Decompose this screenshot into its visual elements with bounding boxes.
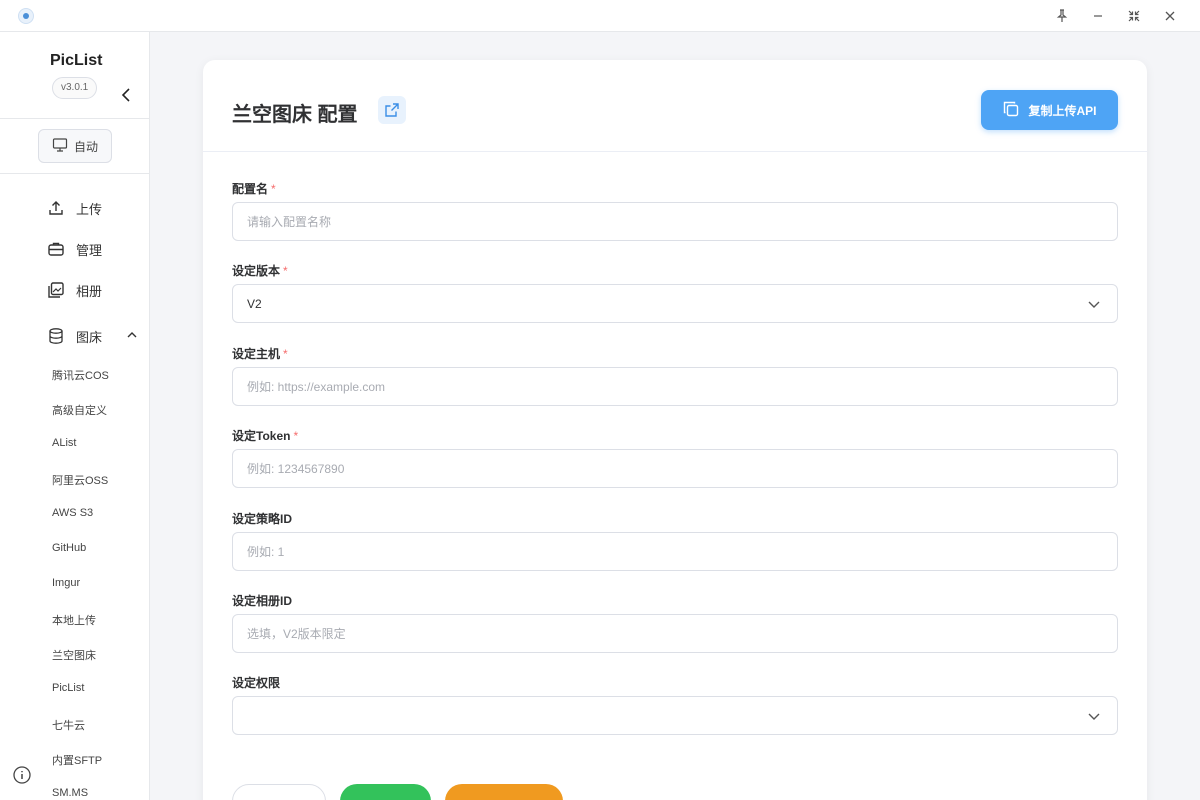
collapse-sidebar-icon[interactable] bbox=[118, 86, 136, 104]
host-label: 设定主机 * bbox=[232, 345, 288, 362]
strategy-id-input[interactable] bbox=[232, 532, 1118, 571]
strategy-id-label: 设定策略ID bbox=[232, 512, 293, 526]
set-default-button[interactable] bbox=[445, 784, 563, 800]
version-label: 设定版本 * bbox=[232, 262, 288, 279]
field-label-text: 设定Token bbox=[232, 429, 291, 443]
field-label-text: 设定主机 bbox=[232, 347, 281, 361]
nav-item-label: 上传 bbox=[76, 201, 103, 217]
required-mark: * bbox=[293, 429, 299, 443]
nav-item-label: 图床 bbox=[76, 329, 103, 345]
upload-icon bbox=[46, 198, 66, 218]
nav-item-label: 管理 bbox=[76, 242, 103, 258]
host-item-aws-s3[interactable]: AWS S3 bbox=[52, 507, 93, 519]
host-item-aliyun-oss[interactable]: 阿里云OSS bbox=[52, 472, 108, 488]
field-label-text: 配置名 bbox=[232, 182, 269, 196]
gallery-icon bbox=[46, 280, 66, 300]
field-label-text: 设定版本 bbox=[232, 264, 281, 278]
nav-item-image-hosts[interactable]: 图床 bbox=[46, 324, 138, 348]
pin-icon[interactable] bbox=[1050, 4, 1074, 28]
brand: PicList v3.0.1 bbox=[0, 52, 150, 122]
version-select[interactable]: V2 bbox=[232, 284, 1118, 323]
sidebar: PicList v3.0.1 自动 上传 管理 相册 图床 腾讯云COS 高级自… bbox=[0, 32, 150, 800]
config-name-label: 配置名 * bbox=[232, 180, 276, 197]
host-item-tencent-cos[interactable]: 腾讯云COS bbox=[52, 367, 109, 383]
nav-item-gallery[interactable]: 相册 bbox=[46, 278, 102, 302]
permission-select[interactable] bbox=[232, 696, 1118, 735]
card-header: 兰空图床 配置 复制上传API bbox=[203, 60, 1147, 152]
external-link-icon[interactable] bbox=[378, 96, 406, 124]
copy-upload-api-label: 复制上传API bbox=[1028, 103, 1097, 118]
host-item-sftp[interactable]: 内置SFTP bbox=[52, 752, 102, 768]
divider bbox=[0, 173, 150, 174]
album-id-label: 设定相册ID bbox=[232, 594, 293, 608]
monitor-icon bbox=[52, 137, 68, 156]
permission-label: 设定权限 bbox=[232, 676, 281, 690]
host-item-smms[interactable]: SM.MS bbox=[52, 787, 88, 799]
theme-toggle-button[interactable]: 自动 bbox=[38, 129, 112, 163]
briefcase-icon bbox=[46, 239, 66, 259]
host-item-alist[interactable]: AList bbox=[52, 437, 76, 449]
host-input[interactable] bbox=[232, 367, 1118, 406]
required-mark: * bbox=[271, 182, 276, 196]
version-select-value: V2 bbox=[247, 296, 262, 311]
theme-label: 自动 bbox=[73, 139, 98, 154]
info-icon[interactable] bbox=[12, 765, 32, 785]
token-label: 设定Token * bbox=[232, 427, 298, 444]
host-item-piclist[interactable]: PicList bbox=[52, 682, 84, 694]
host-item-imgur[interactable]: Imgur bbox=[52, 577, 80, 589]
reset-button[interactable] bbox=[232, 784, 326, 800]
config-name-input[interactable] bbox=[232, 202, 1118, 241]
copy-upload-api-button[interactable]: 复制上传API bbox=[981, 90, 1118, 130]
close-icon[interactable] bbox=[1158, 4, 1182, 28]
host-item-github[interactable]: GitHub bbox=[52, 542, 86, 554]
page-title: 兰空图床 配置 bbox=[232, 104, 358, 126]
host-item-local[interactable]: 本地上传 bbox=[52, 612, 96, 628]
confirm-button[interactable] bbox=[340, 784, 431, 800]
app-logo-icon bbox=[18, 8, 34, 24]
chevron-up-icon bbox=[126, 329, 138, 344]
required-mark: * bbox=[283, 347, 288, 361]
nav-item-manage[interactable]: 管理 bbox=[46, 237, 102, 261]
divider bbox=[0, 118, 150, 119]
app-name: PicList bbox=[50, 52, 103, 69]
minimize-icon[interactable] bbox=[1086, 4, 1110, 28]
required-mark: * bbox=[283, 264, 288, 278]
nav-item-label: 相册 bbox=[76, 283, 103, 299]
host-item-advanced-custom[interactable]: 高级自定义 bbox=[52, 402, 107, 418]
nav-item-upload[interactable]: 上传 bbox=[46, 196, 102, 220]
album-id-input[interactable] bbox=[232, 614, 1118, 653]
database-icon bbox=[46, 326, 66, 346]
title-bar bbox=[0, 0, 1200, 32]
chevron-down-icon bbox=[1087, 297, 1101, 311]
copy-icon bbox=[1002, 100, 1020, 121]
config-card: 兰空图床 配置 复制上传API 配置名* 设定版本* V2 设定主机* 设定To… bbox=[203, 60, 1147, 800]
restore-icon[interactable] bbox=[1122, 4, 1146, 28]
host-item-qiniu[interactable]: 七牛云 bbox=[52, 717, 85, 733]
chevron-down-icon bbox=[1087, 709, 1101, 723]
host-item-lsky[interactable]: 兰空图床 bbox=[52, 647, 96, 663]
version-badge: v3.0.1 bbox=[52, 77, 98, 99]
token-input[interactable] bbox=[232, 449, 1118, 488]
